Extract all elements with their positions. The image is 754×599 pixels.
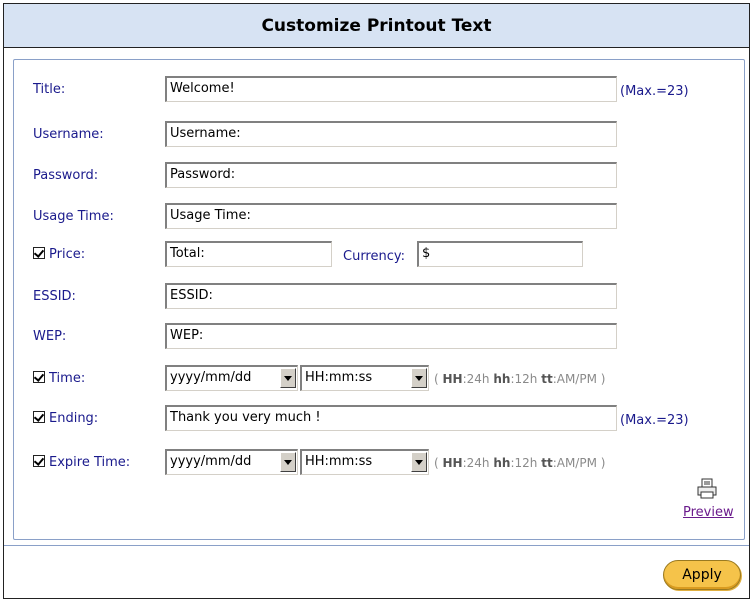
- price-label: Price:: [49, 247, 86, 262]
- currency-label: Currency:: [343, 249, 406, 264]
- expire-time-label: Expire Time:: [49, 455, 131, 470]
- chevron-down-icon: [280, 452, 296, 472]
- expire-format-hint: ( HH:24h hh:12h tt:AM/PM ): [434, 456, 606, 470]
- apply-button[interactable]: Apply: [663, 560, 741, 590]
- ending-max-note: (Max.=23): [620, 413, 689, 428]
- ending-label-wrap: Ending:: [33, 411, 98, 426]
- expire-time-format-select[interactable]: HH:mm:ss: [300, 449, 429, 475]
- time-time-format-value: HH:mm:ss: [305, 370, 373, 385]
- title-row: Title: Welcome! (Max.=23): [14, 76, 744, 104]
- username-row: Username: Username:: [14, 121, 744, 149]
- username-label: Username:: [33, 127, 104, 142]
- time-format-hint: ( HH:24h hh:12h tt:AM/PM ): [434, 372, 606, 386]
- chevron-down-icon: [411, 452, 427, 472]
- usage-time-label: Usage Time:: [33, 209, 114, 224]
- expire-time-checkbox[interactable]: [33, 455, 45, 467]
- chevron-down-icon: [280, 368, 296, 388]
- panel-title: Customize Printout Text: [4, 4, 749, 48]
- usage-time-row: Usage Time: Usage Time:: [14, 203, 744, 231]
- essid-label: ESSID:: [33, 289, 76, 304]
- ending-label: Ending:: [49, 411, 99, 426]
- expire-time-label-wrap: Expire Time:: [33, 455, 130, 470]
- expire-date-format-value: yyyy/mm/dd: [170, 454, 252, 469]
- ending-checkbox[interactable]: [33, 411, 45, 423]
- expire-date-format-select[interactable]: yyyy/mm/dd: [165, 449, 298, 475]
- wep-label: WEP:: [33, 329, 67, 344]
- wep-input[interactable]: WEP:: [165, 323, 617, 349]
- username-input[interactable]: Username:: [165, 121, 617, 147]
- title-max-note: (Max.=23): [620, 84, 689, 99]
- ending-row: Ending: Thank you very much ! (Max.=23): [14, 405, 744, 433]
- form-area: Title: Welcome! (Max.=23) Username: User…: [13, 59, 745, 540]
- title-label: Title:: [33, 82, 66, 97]
- price-label-wrap: Price:: [33, 247, 85, 262]
- time-date-format-select[interactable]: yyyy/mm/dd: [165, 365, 298, 391]
- printer-icon: [697, 478, 717, 499]
- preview-link-group[interactable]: Preview: [683, 478, 734, 520]
- time-time-format-select[interactable]: HH:mm:ss: [300, 365, 429, 391]
- password-input[interactable]: Password:: [165, 162, 617, 188]
- footer-divider: [4, 545, 749, 546]
- essid-row: ESSID: ESSID:: [14, 283, 744, 311]
- password-row: Password: Password:: [14, 162, 744, 190]
- customize-printout-panel: Customize Printout Text Title: Welcome! …: [3, 3, 750, 599]
- price-input[interactable]: Total:: [165, 241, 332, 267]
- time-label-wrap: Time:: [33, 371, 85, 386]
- time-row: Time: yyyy/mm/dd HH:mm:ss ( HH:24h hh:12…: [14, 365, 744, 393]
- time-date-format-value: yyyy/mm/dd: [170, 370, 252, 385]
- title-input[interactable]: Welcome!: [165, 76, 617, 102]
- currency-input[interactable]: $: [417, 241, 583, 267]
- expire-time-row: Expire Time: yyyy/mm/dd HH:mm:ss ( HH:24…: [14, 449, 744, 477]
- ending-input[interactable]: Thank you very much !: [165, 405, 617, 431]
- expire-time-format-value: HH:mm:ss: [305, 454, 373, 469]
- preview-link[interactable]: Preview: [683, 505, 734, 520]
- chevron-down-icon: [411, 368, 427, 388]
- essid-input[interactable]: ESSID:: [165, 283, 617, 309]
- price-checkbox[interactable]: [33, 247, 45, 259]
- price-row: Price: Total: Currency: $: [14, 241, 744, 269]
- time-checkbox[interactable]: [33, 371, 45, 383]
- password-label: Password:: [33, 168, 99, 183]
- time-label: Time:: [49, 371, 86, 386]
- usage-time-input[interactable]: Usage Time:: [165, 203, 617, 229]
- wep-row: WEP: WEP:: [14, 323, 744, 351]
